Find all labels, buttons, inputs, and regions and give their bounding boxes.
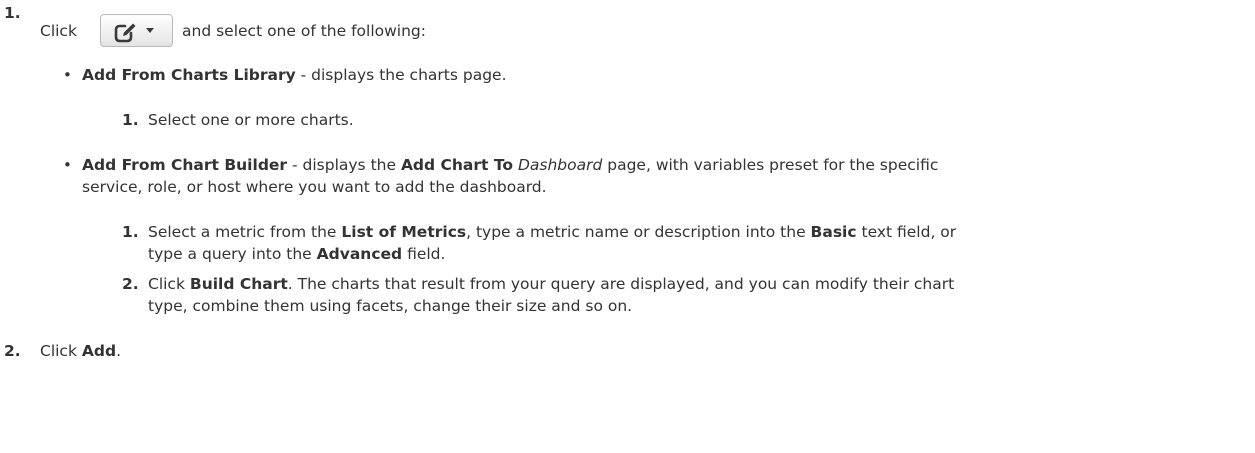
substep-select-metric: Select a metric from the List of Metrics… bbox=[148, 223, 957, 241]
substep-number: 1. bbox=[122, 111, 139, 129]
step-1-instruction: and select one of the following: bbox=[182, 22, 426, 40]
step-1-number: 1. bbox=[4, 4, 21, 22]
bullet-marker: • bbox=[63, 156, 72, 174]
substep-build-chart: Click Build Chart. The charts that resul… bbox=[148, 275, 955, 293]
substep-build-chart-line2: type, combine them using facets, change … bbox=[148, 297, 633, 315]
edit-dropdown-icon bbox=[101, 15, 172, 48]
step-1-click-text: Click bbox=[40, 22, 77, 40]
step-2-text: Click Add. bbox=[40, 342, 121, 360]
option-chart-builder: Add From Chart Builder - displays the Ad… bbox=[82, 156, 939, 174]
substep-number: 1. bbox=[122, 223, 139, 241]
bullet-marker: • bbox=[63, 66, 72, 84]
instructions-document: 1. Click and select one of the following… bbox=[0, 0, 1255, 453]
substep-number: 2. bbox=[122, 275, 139, 293]
option-chart-builder-line2: service, role, or host where you want to… bbox=[82, 178, 547, 196]
substep-select-metric-line2: type a query into the Advanced field. bbox=[148, 245, 446, 263]
substep-text: Select one or more charts. bbox=[148, 111, 354, 129]
option-charts-library: Add From Charts Library - displays the c… bbox=[82, 66, 507, 84]
step-2-number: 2. bbox=[4, 342, 21, 360]
edit-dropdown-button[interactable] bbox=[100, 14, 173, 47]
